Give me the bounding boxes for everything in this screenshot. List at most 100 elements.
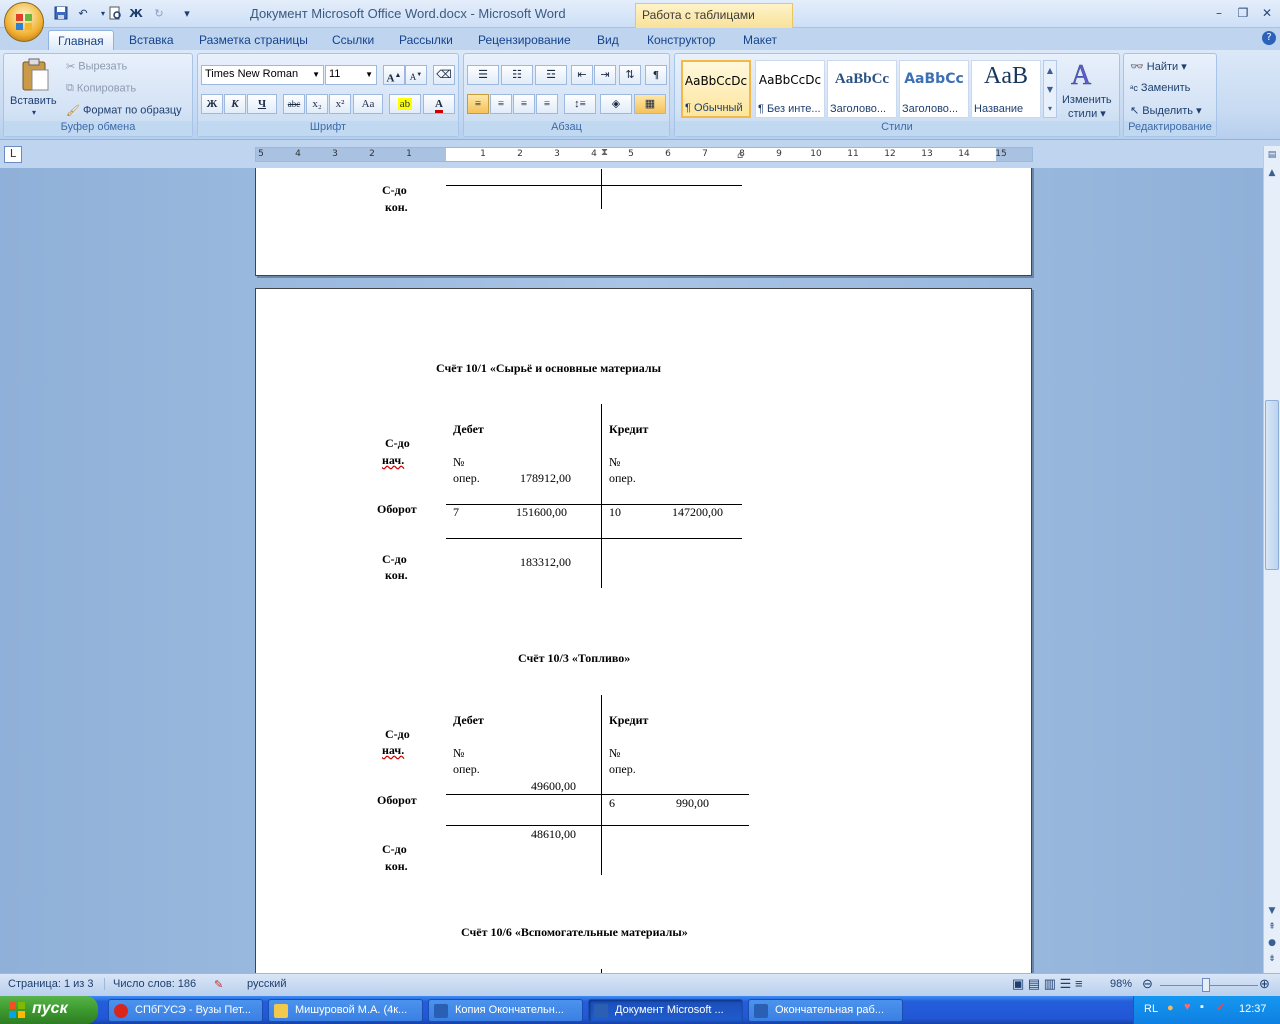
word-count[interactable]: Число слов: 186	[104, 978, 196, 990]
browse-object-icon[interactable]: ●	[1264, 938, 1280, 952]
copy-button[interactable]: ⧉ Копировать	[66, 82, 136, 95]
change-case-button[interactable]: Aa	[353, 94, 383, 114]
close-button[interactable]: ✕	[1256, 6, 1278, 22]
align-left-icon[interactable]: ≡	[467, 94, 489, 114]
page-counter[interactable]: Страница: 1 из 3	[8, 978, 94, 990]
style-heading-1[interactable]: AaBbCc Заголово...	[827, 60, 897, 118]
page-2[interactable]: Счёт 10/1 «Сырьё и основные материалы Де…	[255, 288, 1032, 973]
styles-scroll-icon[interactable]: ▲ ▼ ▾	[1043, 60, 1057, 118]
align-right-icon[interactable]: ≡	[513, 94, 535, 114]
change-styles-icon[interactable]: A	[1068, 58, 1098, 92]
zoom-slider-thumb[interactable]	[1202, 978, 1210, 992]
bold-qat-icon[interactable]: Ж	[127, 5, 145, 21]
superscript-button[interactable]: x²	[329, 94, 351, 114]
language-indicator-tray[interactable]: RL	[1144, 1003, 1158, 1015]
style-heading-2[interactable]: AaBbCc Заголово...	[899, 60, 969, 118]
shrink-font-button[interactable]: A▼	[405, 65, 427, 85]
align-center-icon[interactable]: ≡	[490, 94, 512, 114]
tab-design[interactable]: Конструктор	[638, 30, 724, 51]
sort-icon[interactable]: ⇅	[619, 65, 641, 85]
font-name-combo[interactable]: Times New Roman ▼	[201, 65, 324, 85]
binoculars-icon: 👓	[1130, 61, 1144, 73]
print-preview-icon[interactable]	[106, 5, 124, 21]
office-button[interactable]	[4, 2, 44, 42]
language-indicator[interactable]: русский	[247, 978, 286, 990]
paste-icon[interactable]	[18, 58, 52, 94]
antivirus-icon[interactable]: ✔	[1216, 1001, 1225, 1014]
find-button[interactable]: 👓 Найти ▾	[1130, 60, 1187, 73]
format-painter-button[interactable]: 🖌 Формат по образцу	[66, 104, 182, 117]
view-buttons[interactable]: ▣ ▤ ▥ ☰ ≡	[1012, 976, 1083, 992]
decrease-indent-icon[interactable]: ⇤	[571, 65, 593, 85]
taskbar-item-opera[interactable]: СПбГУСЭ - Вузы Пет...	[108, 999, 263, 1022]
tab-home[interactable]: Главная	[48, 30, 114, 51]
change-styles-label[interactable]: Изменить	[1062, 94, 1112, 106]
subscript-button[interactable]: x₂	[306, 94, 328, 114]
ruler-toggle-icon[interactable]: ▤	[1264, 150, 1280, 164]
spellcheck-icon[interactable]: ✎	[214, 978, 223, 991]
tab-layout[interactable]: Макет	[734, 30, 786, 51]
start-button[interactable]: пуск	[0, 996, 98, 1024]
bold-button[interactable]: Ж	[201, 94, 223, 114]
line-spacing-icon[interactable]: ↕≡	[564, 94, 596, 114]
taskbar-item-word-final[interactable]: Окончательная раб...	[748, 999, 903, 1022]
justify-icon[interactable]: ≡	[536, 94, 558, 114]
indent-marker-icon[interactable]: ⧗	[601, 147, 610, 163]
strikethrough-button[interactable]: abc	[283, 94, 305, 114]
font-color-button[interactable]: A	[423, 94, 455, 114]
next-page-icon[interactable]: ⇟	[1264, 954, 1280, 968]
tab-page-layout[interactable]: Разметка страницы	[190, 30, 317, 51]
horizontal-ruler[interactable]: 5 4 3 2 1 1 2 3 4 5 6 7 8 9 10 11 12 13 14 15 ⧗ ⌂	[255, 147, 1033, 162]
tab-view[interactable]: Вид	[588, 30, 628, 51]
zoom-in-icon[interactable]: ⊕	[1259, 976, 1270, 992]
tab-insert[interactable]: Вставка	[120, 30, 183, 51]
vertical-scrollbar[interactable]: ▤ ▲ ▼ ⇞ ● ⇟	[1263, 146, 1280, 973]
paste-button[interactable]: Вставить	[10, 95, 57, 107]
underline-button[interactable]: Ч	[247, 94, 277, 114]
help-icon[interactable]: ?	[1262, 31, 1276, 45]
minimize-button[interactable]: –	[1208, 6, 1230, 22]
italic-button[interactable]: К	[224, 94, 246, 114]
shading-icon[interactable]: ◈	[600, 94, 632, 114]
page-1[interactable]: С-до кон.	[255, 168, 1032, 276]
bullets-icon[interactable]: ☰	[467, 65, 499, 85]
highlight-button[interactable]: ab	[389, 94, 421, 114]
tab-references[interactable]: Ссылки	[323, 30, 383, 51]
numbering-icon[interactable]: ☷	[501, 65, 533, 85]
grow-font-button[interactable]: A▲	[383, 65, 405, 85]
zoom-out-icon[interactable]: ⊖	[1142, 976, 1153, 992]
style-title[interactable]: AaB Название	[971, 60, 1041, 118]
multilevel-list-icon[interactable]: ☲	[535, 65, 567, 85]
scroll-thumb[interactable]	[1265, 400, 1279, 570]
clock[interactable]: 12:37	[1239, 1003, 1267, 1015]
taskbar-item-folder[interactable]: Мишуровой М.А. (4к...	[268, 999, 423, 1022]
increase-indent-icon[interactable]: ⇥	[594, 65, 616, 85]
right-indent-marker-icon[interactable]: ⌂	[737, 150, 746, 161]
tab-selector-icon[interactable]: L	[4, 146, 22, 163]
show-marks-icon[interactable]: ¶	[645, 65, 667, 85]
clear-format-icon[interactable]: ⌫	[433, 65, 455, 85]
tab-mailings[interactable]: Рассылки	[390, 30, 462, 51]
taskbar-item-word-current[interactable]: Документ Microsoft ...	[588, 999, 743, 1022]
zoom-level[interactable]: 98%	[1110, 978, 1132, 990]
undo-icon[interactable]: ↶	[74, 5, 92, 21]
tab-review[interactable]: Рецензирование	[469, 30, 580, 51]
cut-button[interactable]: ✂ Вырезать	[66, 60, 127, 73]
restore-button[interactable]: ❐	[1232, 6, 1254, 22]
redo-icon[interactable]: ↻	[150, 5, 168, 21]
borders-icon[interactable]: ▦	[634, 94, 666, 114]
prev-page-icon[interactable]: ⇞	[1264, 922, 1280, 936]
style-no-spacing[interactable]: AaBbCcDc ¶ Без инте...	[755, 60, 825, 118]
customize-qat-icon[interactable]: ▾	[178, 5, 196, 21]
style-normal[interactable]: AaBbCcDc ¶ Обычный	[681, 60, 751, 118]
font-size-combo[interactable]: 11 ▼	[325, 65, 377, 85]
security-icon[interactable]: ♥	[1184, 1001, 1191, 1013]
network-icon[interactable]: ▪	[1200, 1001, 1204, 1013]
scroll-up-icon[interactable]: ▲	[1264, 168, 1280, 182]
taskbar-item-word-copy[interactable]: Копия Окончательн...	[428, 999, 583, 1022]
scroll-down-icon[interactable]: ▼	[1264, 906, 1280, 920]
select-button[interactable]: ↖ Выделить ▾	[1130, 104, 1202, 117]
firefox-icon[interactable]: ●	[1167, 1002, 1174, 1014]
save-icon[interactable]	[52, 5, 70, 21]
replace-button[interactable]: ᵃc Заменить	[1130, 82, 1190, 94]
